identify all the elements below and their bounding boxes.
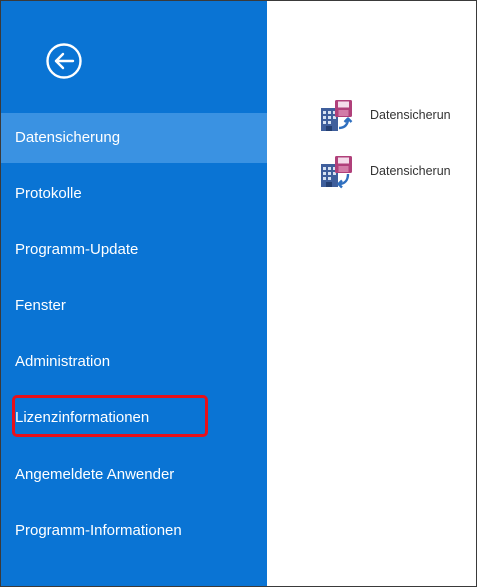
sidebar-item-protokolle[interactable]: Protokolle: [1, 169, 267, 219]
sidebar-item-angemeldete-anwender[interactable]: Angemeldete Anwender: [1, 450, 267, 500]
file-item-label: Datensicherun: [370, 108, 451, 122]
sidebar-item-programm-informationen[interactable]: Programm-Informationen: [1, 506, 267, 556]
sidebar-item-administration[interactable]: Administration: [1, 337, 267, 387]
sidebar-item-datensicherung[interactable]: Datensicherung: [1, 113, 267, 163]
file-item-label: Datensicherun: [370, 164, 451, 178]
back-arrow-circle-icon: [46, 43, 82, 79]
application-window: Datensicherung Protokolle Programm-Updat…: [0, 0, 477, 587]
sidebar-item-programm-update[interactable]: Programm-Update: [1, 225, 267, 275]
restore-file-item[interactable]: Datensicherun: [319, 155, 476, 191]
back-button[interactable]: [45, 42, 83, 80]
backstage-sidebar: Datensicherung Protokolle Programm-Updat…: [1, 1, 267, 586]
sidebar-item-fenster[interactable]: Fenster: [1, 281, 267, 331]
sidebar-item-lizenzinformationen[interactable]: Lizenzinformationen: [1, 393, 267, 443]
database-backup-icon: [321, 100, 353, 131]
content-panel: Datensicherun Datensicherun: [267, 1, 476, 586]
database-restore-icon: [321, 156, 352, 189]
backup-file-item[interactable]: Datensicherun: [319, 99, 476, 135]
